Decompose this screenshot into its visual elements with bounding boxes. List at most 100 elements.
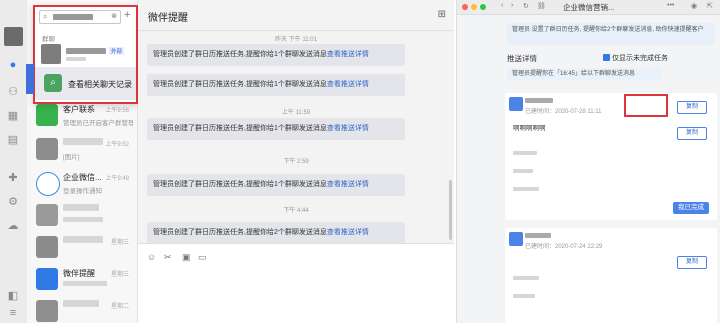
close-icon[interactable] <box>462 4 468 10</box>
chat-time: 星期三 <box>110 240 129 246</box>
chat-info-icon[interactable]: ⊞ <box>438 9 446 20</box>
contacts-icon[interactable]: ⚇ <box>6 84 20 98</box>
reminder-text: 管理员提醒你在「16:45」给以下群聊发送消息 <box>507 68 662 80</box>
list-item[interactable] <box>27 198 137 234</box>
chat-time: 星期三 <box>110 272 129 278</box>
chat-history-icon: ⌕ <box>44 74 62 92</box>
back-icon[interactable]: ‹ <box>501 2 503 9</box>
add-icon[interactable]: + <box>124 9 130 21</box>
search-icon: ⌕ <box>43 12 48 21</box>
highlight-box <box>624 94 668 117</box>
avatar <box>36 138 58 160</box>
browser-window: ‹ › ↻ ⛓ 企业微信营销... ••• ◉ ⇱ 管理员 设置了群日历任务, … <box>456 0 720 323</box>
app-rail: ● ⚇ ▦ ▤ ✚ ⚙ ☁ ◧ ≡ <box>0 0 27 323</box>
title-bar: ‹ › ↻ ⛓ 企业微信营销... ••• ◉ ⇱ <box>457 0 720 15</box>
chat-icon[interactable]: ● <box>6 58 20 72</box>
only-unfinished-checkbox[interactable]: 仅显示未完成任务 <box>603 53 668 63</box>
push-detail-link[interactable]: 查看推送详情 <box>327 181 369 188</box>
push-detail-link[interactable]: 查看推送详情 <box>327 125 369 132</box>
chat-name <box>63 300 99 309</box>
chat-name <box>63 138 103 147</box>
done-button[interactable]: 我已完成 <box>673 202 709 214</box>
push-detail-link[interactable]: 查看推送详情 <box>327 229 369 236</box>
composer[interactable]: ☺ ✂ ▣ ▭ <box>138 243 454 324</box>
message: 管理员创建了群日历推送任务,提醒你给2个群聊发送消息查看推送详情 <box>147 222 405 244</box>
clear-icon[interactable]: ⊗ <box>111 12 117 20</box>
message: 管理员创建了群日历推送任务,提醒你给1个群聊发送消息查看推送详情 <box>147 44 405 66</box>
minimize-icon[interactable] <box>471 4 477 10</box>
selection-marker <box>26 64 34 94</box>
avatar <box>36 268 58 290</box>
chat-preview: [图片] <box>63 154 80 161</box>
link-icon[interactable]: ⛓ <box>537 2 546 10</box>
task-card: 已建时间：2020-07-24 22:29 复制 <box>505 228 717 323</box>
message-text: 啊啊啊啊啊 <box>513 125 546 132</box>
scissors-icon[interactable]: ✂ <box>164 252 172 263</box>
avatar <box>36 300 58 322</box>
chat-name: 企业微信... <box>63 173 102 182</box>
external-tag: 外部 <box>109 47 125 55</box>
created-time: 已建时间：2020-07-28 11:11 <box>525 109 602 115</box>
chat-title: 微伴提醒 <box>148 13 188 24</box>
chat-time: 上午9:56 <box>105 108 129 114</box>
message-text: 管理员创建了群日历推送任务,提醒你给1个群聊发送消息 <box>153 81 327 88</box>
message-text: 管理员创建了群日历推送任务,提醒你给1个群聊发送消息 <box>153 181 327 188</box>
image-icon[interactable]: ▣ <box>182 252 191 263</box>
browser-icon[interactable]: ◉ <box>691 2 697 10</box>
search-result-item[interactable]: 外部 <box>39 42 132 66</box>
list-item[interactable]: 微伴提醒 星期三 <box>27 262 137 298</box>
more-icon[interactable]: ••• <box>667 2 674 9</box>
task-card: 已建时间：2020-07-28 11:11 复制 复制 啊啊啊啊啊 我已完成 <box>505 93 717 220</box>
copy-button[interactable]: 复制 <box>677 127 707 140</box>
avatar[interactable] <box>4 27 23 46</box>
find-history-label: 查看相关聊天记录 <box>68 80 132 89</box>
avatar <box>509 232 523 246</box>
chat-panel: 微伴提醒 ⊞ 昨天 下午 11:01 管理员创建了群日历推送任务,提醒你给1个群… <box>138 0 454 324</box>
docs-icon[interactable]: ▤ <box>6 132 20 146</box>
banner-text: 管理员 设置了群日历任务, 提醒你给2个群聊发送消息, 助你快速提醒客户 <box>512 27 704 33</box>
avatar <box>36 236 58 258</box>
page: 管理员 设置了群日历任务, 提醒你给2个群聊发送消息, 助你快速提醒客户 推送详… <box>457 15 720 323</box>
browser-title: 企业微信营销... <box>563 3 615 12</box>
copy-button[interactable]: 复制 <box>677 256 707 269</box>
chat-preview: 管理员已开启客户群管理功能 <box>63 120 133 127</box>
scrollbar[interactable] <box>449 180 452 240</box>
search-input-active[interactable]: ⌕ ⊗ <box>39 10 121 24</box>
calendar-icon[interactable]: ▦ <box>6 108 20 122</box>
external-icon[interactable]: ⇱ <box>707 2 713 10</box>
folder-icon[interactable]: ▭ <box>198 252 207 263</box>
avatar <box>36 172 60 196</box>
avatar <box>36 104 58 126</box>
cloud-icon[interactable]: ☁ <box>6 218 20 232</box>
list-item[interactable]: 星期三 <box>27 230 137 266</box>
search-dropdown: ⌕ ⊗ + 群聊 外部 ⌕ 查看相关聊天记录 <box>33 5 138 104</box>
chat-preview <box>63 281 133 288</box>
timestamp: 昨天 下午 11:01 <box>275 37 317 43</box>
push-detail-link[interactable]: 查看推送详情 <box>327 81 369 88</box>
forward-icon[interactable]: › <box>511 2 513 9</box>
list-item[interactable]: 星期二 <box>27 294 137 330</box>
info-banner: 管理员 设置了群日历任务, 提醒你给2个群聊发送消息, 助你快速提醒客户 <box>507 23 715 45</box>
more-icon[interactable]: ≡ <box>6 306 20 320</box>
refresh-icon[interactable]: ↻ <box>523 2 529 10</box>
maximize-icon[interactable] <box>480 4 486 10</box>
timestamp: 下午 4:44 <box>283 208 309 214</box>
copy-button[interactable]: 复制 <box>677 101 707 114</box>
chat-time: 星期二 <box>110 304 129 310</box>
avatar <box>509 97 523 111</box>
emoji-icon[interactable]: ☺ <box>147 252 156 262</box>
message: 管理员创建了群日历推送任务,提醒你给1个群聊发送消息查看推送详情 <box>147 174 405 196</box>
push-detail-link[interactable]: 查看推送详情 <box>327 51 369 58</box>
list-item[interactable]: [图片] 上午9:52 <box>27 132 137 168</box>
chat-preview: 登录操作通知 <box>63 188 102 195</box>
list-item[interactable]: 企业微信... 登录操作通知 上午9:49 <box>27 166 137 202</box>
settings-icon[interactable]: ⚙ <box>6 194 20 208</box>
find-chat-history-button[interactable]: ⌕ 查看相关聊天记录 <box>35 67 136 100</box>
checkbox-icon <box>603 54 610 61</box>
timestamp: 下午 2:59 <box>283 159 309 165</box>
chat-name <box>63 204 99 213</box>
message-text: 管理员创建了群日历推送任务,提醒你给1个群聊发送消息 <box>153 51 327 58</box>
workbench-icon[interactable]: ✚ <box>6 170 20 184</box>
chat-name: 微伴提醒 <box>63 269 95 278</box>
expand-icon[interactable]: ◧ <box>6 288 20 302</box>
